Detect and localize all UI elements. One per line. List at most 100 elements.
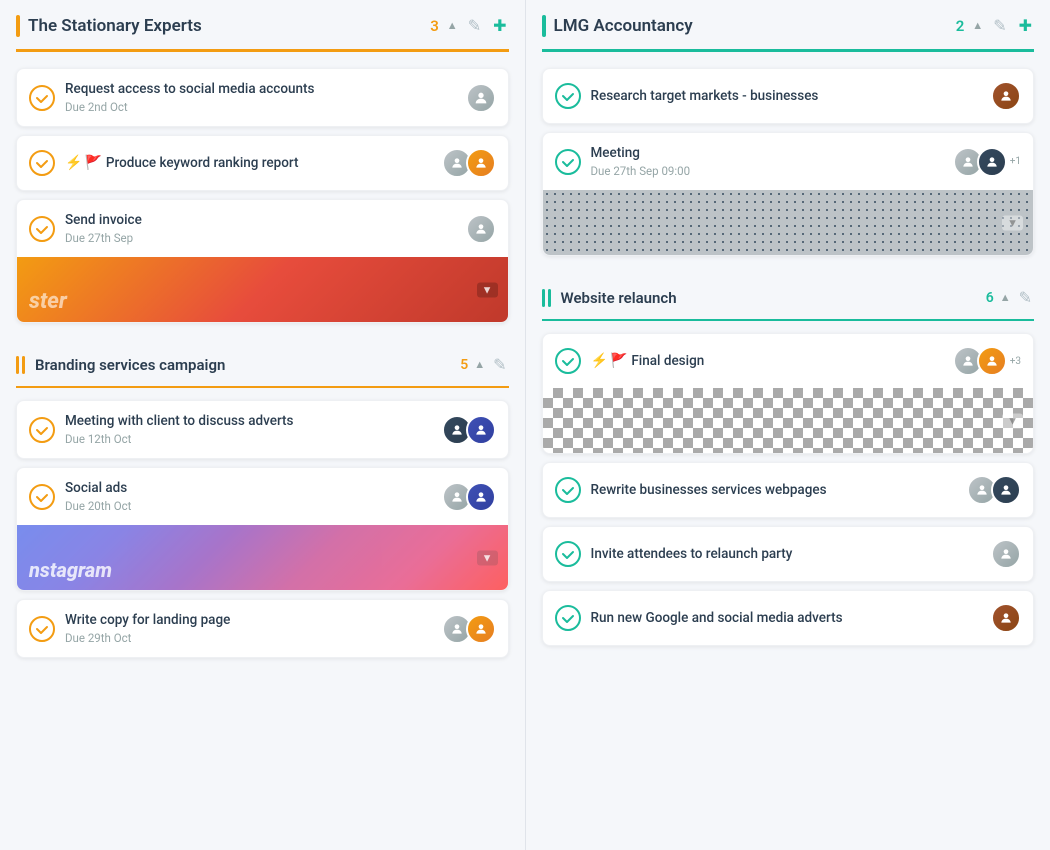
task-avatars-research	[991, 81, 1021, 111]
avatar-invoice-1	[466, 214, 496, 244]
section-header-website: Website relaunch 6 ▲ ✎	[542, 276, 1035, 321]
chevron-up-website[interactable]: ▲	[1000, 291, 1011, 304]
col-title-lmg: LMG Accountancy	[554, 16, 693, 36]
avatar-1	[466, 83, 496, 113]
task-card-main-research[interactable]: Research target markets - businesses	[543, 69, 1034, 123]
task-avatars-meeting-client	[442, 415, 496, 445]
task-card-main-meeting[interactable]: Meeting Due 27th Sep 09:00 +1	[543, 133, 1034, 190]
avatar-ga-1	[991, 603, 1021, 633]
avatar-extra-meeting: +1	[1010, 156, 1021, 167]
chevron-up-branding[interactable]: ▲	[474, 358, 485, 371]
task-card-main-final-design[interactable]: ⚡ 🚩 Final design +3	[543, 334, 1034, 388]
task-card-main-social-ads[interactable]: Social ads Due 20th Oct	[17, 468, 508, 525]
avatar-sa-2	[466, 482, 496, 512]
task-check-meeting-client[interactable]	[29, 417, 55, 443]
task-card-main-request-access[interactable]: Request access to social media accounts …	[17, 69, 508, 126]
task-card-main-google-adverts[interactable]: Run new Google and social media adverts	[543, 591, 1034, 645]
task-avatars-rewrite	[967, 475, 1021, 505]
accent-bar-stationary	[16, 15, 20, 37]
task-card-final-design: ⚡ 🚩 Final design +3	[542, 333, 1035, 454]
task-check-final-design[interactable]	[555, 348, 581, 374]
task-info-keyword: ⚡ 🚩 Produce keyword ranking report	[65, 155, 432, 171]
task-avatars-meeting: +1	[953, 147, 1021, 177]
avatar-wc-2	[466, 614, 496, 644]
task-info-meeting-client: Meeting with client to discuss adverts D…	[65, 413, 432, 446]
col-header-lmg: LMG Accountancy 2 ▲ ✎ ✚	[542, 0, 1035, 52]
board: The Stationary Experts 3 ▲ ✎ ✚ Request a…	[0, 0, 1050, 850]
task-info-rewrite: Rewrite businesses services webpages	[591, 482, 958, 498]
task-avatars-write-copy	[442, 614, 496, 644]
task-check-write-copy[interactable]	[29, 616, 55, 642]
task-avatars-keyword	[442, 148, 496, 178]
task-card-main-invite[interactable]: Invite attendees to relaunch party	[543, 527, 1034, 581]
task-check-google-adverts[interactable]	[555, 605, 581, 631]
col-header-left-stationary: The Stationary Experts	[16, 15, 430, 37]
task-card-main-write-copy[interactable]: Write copy for landing page Due 29th Oct	[17, 600, 508, 657]
col-count-stationary: 3	[430, 17, 439, 35]
task-title-meeting: Meeting	[591, 145, 943, 161]
task-title-invoice: Send invoice	[65, 212, 456, 228]
flag-red-1: ⚡	[65, 155, 82, 171]
accent-bar-lmg	[542, 15, 546, 37]
task-card-invite: Invite attendees to relaunch party	[542, 526, 1035, 582]
task-avatars-invite	[991, 539, 1021, 569]
col-title-stationary: The Stationary Experts	[28, 16, 202, 36]
col-header-right-lmg: 2 ▲ ✎ ✚	[956, 14, 1034, 37]
avatar-inv-1	[991, 539, 1021, 569]
task-title-keyword: ⚡ 🚩 Produce keyword ranking report	[65, 155, 432, 171]
task-avatars-request-access	[466, 83, 496, 113]
flag-fd-2: 🚩	[610, 353, 627, 369]
task-card-main-rewrite[interactable]: Rewrite businesses services webpages	[543, 463, 1034, 517]
task-card-main-invoice[interactable]: Send invoice Due 27th Sep	[17, 200, 508, 257]
task-info-write-copy: Write copy for landing page Due 29th Oct	[65, 612, 432, 645]
task-info-invoice: Send invoice Due 27th Sep	[65, 212, 456, 245]
task-check-meeting[interactable]	[555, 149, 581, 175]
chevron-down-social-ads[interactable]: ▼	[477, 550, 498, 565]
task-title-google-adverts: Run new Google and social media adverts	[591, 610, 982, 626]
task-card-social-ads: Social ads Due 20th Oct nstagram ▼	[16, 467, 509, 591]
chevron-up-stationary[interactable]: ▲	[447, 19, 458, 32]
plus-icon-lmg[interactable]: ✚	[1017, 14, 1034, 37]
task-check-invite[interactable]	[555, 541, 581, 567]
task-check-request-access[interactable]	[29, 85, 55, 111]
col-header-stationary: The Stationary Experts 3 ▲ ✎ ✚	[16, 0, 509, 52]
task-info-social-ads: Social ads Due 20th Oct	[65, 480, 432, 513]
task-avatars-google-adverts	[991, 603, 1021, 633]
task-avatars-social-ads	[442, 482, 496, 512]
task-check-keyword[interactable]	[29, 150, 55, 176]
task-due-request-access: Due 2nd Oct	[65, 100, 456, 114]
chevron-down-invoice[interactable]: ▼	[477, 282, 498, 297]
task-check-invoice[interactable]	[29, 216, 55, 242]
task-title-social-ads: Social ads	[65, 480, 432, 496]
task-avatars-final-design: +3	[953, 346, 1021, 376]
edit-icon-lmg[interactable]: ✎	[991, 14, 1008, 37]
task-check-rewrite[interactable]	[555, 477, 581, 503]
chevron-down-fd[interactable]: ▼	[1002, 413, 1023, 428]
edit-icon-website[interactable]: ✎	[1017, 286, 1034, 309]
task-info-meeting: Meeting Due 27th Sep 09:00	[591, 145, 943, 178]
task-info-final-design: ⚡ 🚩 Final design	[591, 353, 943, 369]
task-info-research: Research target markets - businesses	[591, 88, 982, 104]
task-check-research[interactable]	[555, 83, 581, 109]
task-card-main-keyword[interactable]: ⚡ 🚩 Produce keyword ranking report	[17, 136, 508, 190]
chevron-up-lmg[interactable]: ▲	[972, 19, 983, 32]
edit-icon-branding[interactable]: ✎	[491, 353, 508, 376]
edit-icon-stationary[interactable]: ✎	[466, 14, 483, 37]
task-card-research: Research target markets - businesses	[542, 68, 1035, 124]
task-info-google-adverts: Run new Google and social media adverts	[591, 610, 982, 626]
task-card-main-meeting-client[interactable]: Meeting with client to discuss adverts D…	[17, 401, 508, 458]
task-info-request-access: Request access to social media accounts …	[65, 81, 456, 114]
chevron-down-meeting[interactable]: ▼	[1002, 215, 1023, 230]
plus-icon-stationary[interactable]: ✚	[491, 14, 508, 37]
task-title-request-access: Request access to social media accounts	[65, 81, 456, 97]
avatar-rw-2	[991, 475, 1021, 505]
task-image-final-design: ▼	[543, 388, 1034, 453]
accent-bars-website	[542, 289, 551, 307]
task-due-social-ads: Due 20th Oct	[65, 499, 432, 513]
col-count-lmg: 2	[956, 17, 965, 35]
task-check-social-ads[interactable]	[29, 484, 55, 510]
section-title-website: Website relaunch	[561, 289, 986, 307]
task-due-invoice: Due 27th Sep	[65, 231, 456, 245]
task-image-invoice: ▼ ster	[17, 257, 508, 322]
task-image-social-ads: nstagram ▼	[17, 525, 508, 590]
